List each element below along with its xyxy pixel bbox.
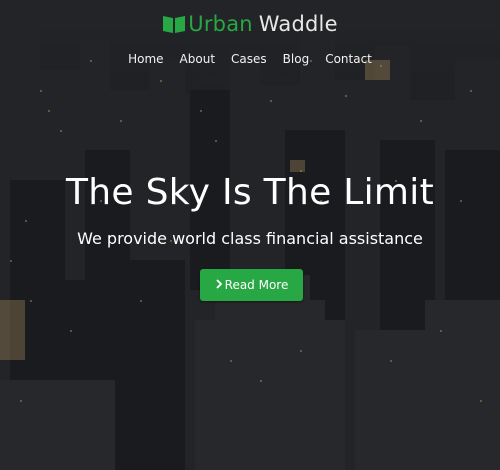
read-more-button[interactable]: Read More <box>200 269 303 301</box>
nav-item-cases[interactable]: Cases <box>223 50 275 68</box>
book-icon <box>162 14 186 34</box>
brand-logo[interactable]: Urban Waddle <box>0 12 500 36</box>
hero-subheadline: We provide world class financial assista… <box>77 229 423 248</box>
hero-headline: The Sky Is The Limit <box>65 172 435 213</box>
nav-item-about[interactable]: About <box>172 50 223 68</box>
nav-item-blog[interactable]: Blog <box>275 50 318 68</box>
read-more-label: Read More <box>224 278 289 292</box>
brand-name-part2: Waddle <box>258 12 338 36</box>
nav-item-contact[interactable]: Contact <box>317 50 380 68</box>
brand-name-part1: Urban <box>188 12 253 36</box>
chevron-right-icon <box>215 278 223 292</box>
main-navigation: Home About Cases Blog Contact <box>0 50 500 68</box>
nav-item-home[interactable]: Home <box>120 50 171 68</box>
